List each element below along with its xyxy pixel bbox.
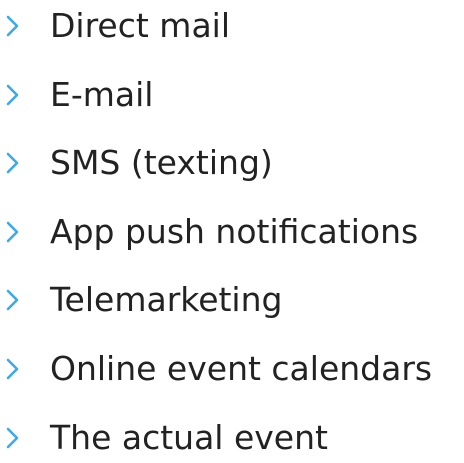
list-item: Direct mail [0, 1, 464, 51]
chevron-right-icon [4, 84, 22, 106]
chevron-right-icon [4, 221, 22, 243]
list-item-label: Online event calendars [50, 348, 433, 388]
list-item-label: SMS (texting) [50, 142, 273, 182]
list-item-label: The actual event [50, 417, 328, 457]
list-item-label: Telemarketing [50, 279, 283, 319]
list-item: SMS (texting) [0, 138, 464, 188]
chevron-right-icon [4, 427, 22, 449]
list-item-label: Direct mail [50, 5, 231, 45]
chevron-right-icon [4, 289, 22, 311]
list-item-label: E-mail [50, 74, 154, 114]
list-item: E-mail [0, 70, 464, 120]
list-item: Telemarketing [0, 275, 464, 325]
chevron-right-icon [4, 358, 22, 380]
list-item: Online event calendars [0, 344, 464, 394]
list-item: App push notifications [0, 207, 464, 257]
chevron-right-icon [4, 15, 22, 37]
chevron-right-icon [4, 152, 22, 174]
list-item-label: App push notifications [50, 211, 419, 251]
